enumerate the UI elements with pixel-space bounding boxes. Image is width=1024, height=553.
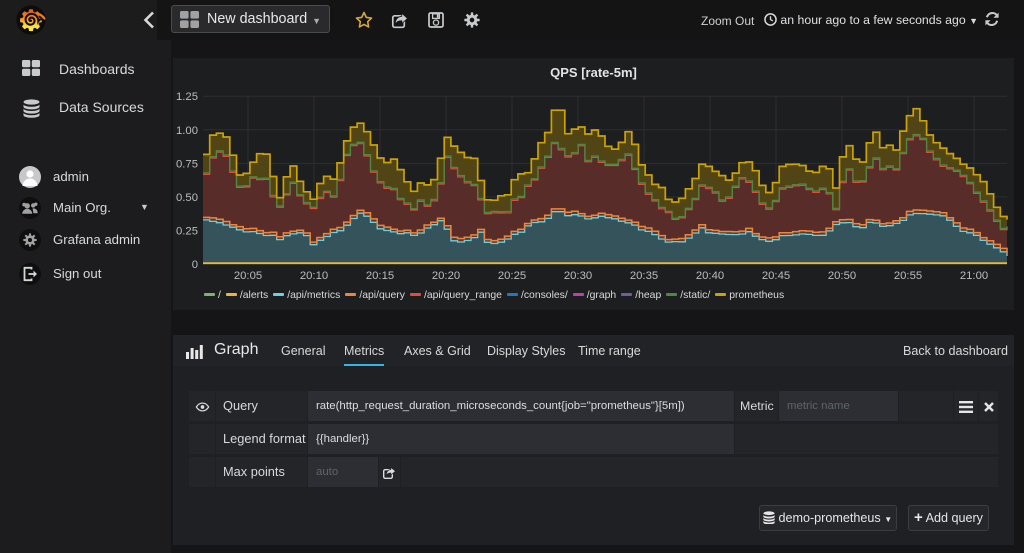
svg-text:0: 0 bbox=[192, 259, 198, 271]
svg-text:0.50: 0.50 bbox=[176, 192, 198, 204]
svg-text:1.00: 1.00 bbox=[176, 125, 198, 137]
svg-text:21:00: 21:00 bbox=[960, 270, 988, 282]
svg-text:20:55: 20:55 bbox=[894, 270, 922, 282]
svg-text:20:50: 20:50 bbox=[828, 270, 856, 282]
svg-text:0.25: 0.25 bbox=[176, 225, 198, 237]
svg-text:20:05: 20:05 bbox=[234, 270, 262, 282]
svg-text:20:15: 20:15 bbox=[366, 270, 394, 282]
svg-text:1.25: 1.25 bbox=[176, 91, 198, 103]
svg-text:20:10: 20:10 bbox=[300, 270, 328, 282]
svg-text:20:40: 20:40 bbox=[696, 270, 724, 282]
svg-text:20:25: 20:25 bbox=[498, 270, 526, 282]
svg-text:20:35: 20:35 bbox=[630, 270, 658, 282]
svg-text:20:45: 20:45 bbox=[762, 270, 790, 282]
svg-text:0.75: 0.75 bbox=[176, 158, 198, 170]
svg-text:20:20: 20:20 bbox=[432, 270, 460, 282]
svg-text:20:30: 20:30 bbox=[564, 270, 592, 282]
